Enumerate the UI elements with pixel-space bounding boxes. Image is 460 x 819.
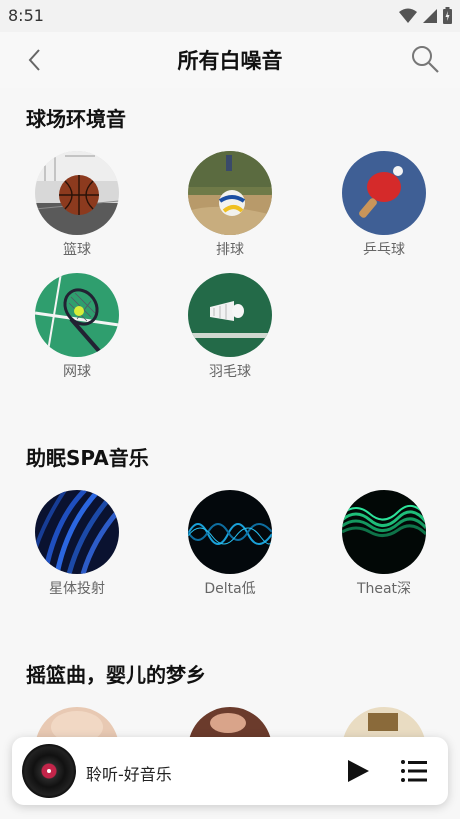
sound-label: 网球 [63,364,91,380]
wifi-icon [399,8,417,23]
ping-pong-image [342,151,426,235]
sound-label: 羽毛球 [209,364,251,380]
status-time: 8:51 [8,6,44,25]
search-icon[interactable] [410,44,440,74]
signal-icon [423,8,437,23]
blue-soundwave-image [188,490,272,574]
sound-tile-delta[interactable]: Delta低 [170,490,290,600]
sound-label: 乒乓球 [363,242,405,258]
mini-player[interactable]: 聆听-好音乐 [12,737,448,805]
album-disc-icon [22,744,76,798]
playlist-icon[interactable] [401,759,427,783]
sound-tile-theta[interactable]: Theat深 [324,490,444,600]
status-bar: 8:51 [0,0,460,32]
basketball-image [35,151,119,235]
sound-label: 星体投射 [49,581,105,597]
sound-tile-astral[interactable]: 星体投射 [17,490,137,600]
page-title: 所有白噪音 [177,49,283,73]
sound-label: 排球 [216,242,244,258]
sound-label: Delta低 [204,581,256,597]
sound-tile-badminton[interactable]: 羽毛球 [170,273,290,383]
sound-tile-volleyball[interactable]: 排球 [170,151,290,261]
app-bar: 所有白噪音 [0,32,460,88]
player-track-name: 聆听-好音乐 [86,765,172,784]
green-waves-image [342,490,426,574]
sound-tile-tennis[interactable]: 网球 [17,273,137,383]
sound-tile-ping-pong[interactable]: 乒乓球 [324,151,444,261]
play-icon[interactable] [346,759,370,783]
sound-label: 篮球 [63,242,91,258]
sound-tile-basketball[interactable]: 篮球 [17,151,137,261]
badminton-image [188,273,272,357]
section-title-court-sounds: 球场环境音 [26,107,126,131]
volleyball-image [188,151,272,235]
section-title-spa-music: 助眠SPA音乐 [26,446,149,470]
tennis-image [35,273,119,357]
blue-waves-image [35,490,119,574]
sound-label: Theat深 [356,581,412,597]
battery-icon [443,7,452,24]
status-icons [399,7,452,24]
section-title-lullaby: 摇篮曲，婴儿的梦乡 [26,663,206,687]
